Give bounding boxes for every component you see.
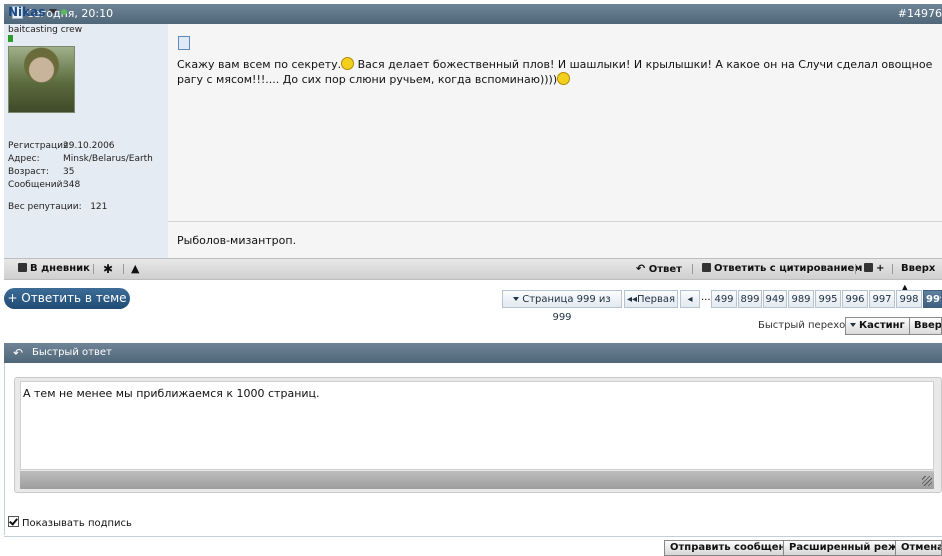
reputation-bar (8, 35, 13, 42)
info-value: Minsk/Belarus/Earth (63, 154, 153, 164)
reply-label: Ответ (648, 264, 682, 275)
quote-label: Ответить с цитированием (714, 263, 863, 274)
quick-jump-up-button[interactable]: Вверх (909, 317, 942, 335)
diary-icon (18, 263, 27, 272)
reply-in-thread-button[interactable]: + Ответить в теме (4, 288, 130, 309)
page-link[interactable]: 995 (815, 290, 841, 308)
cancel-button[interactable]: Отмена (895, 540, 942, 556)
info-label: Адрес: (8, 154, 40, 164)
top-label: Вверх (901, 263, 936, 274)
resize-grip-icon[interactable] (922, 476, 932, 486)
post-header: Сегодня, 20:10 #14976 (4, 4, 942, 24)
post-action-bar: В дневник ✱ ▲ ↶ Ответ Ответить с цитиров… (4, 258, 942, 294)
editor-footer (20, 471, 934, 489)
message-text: Скажу вам всем по секрету. Вася делает б… (177, 57, 942, 87)
page-link[interactable]: 499 (711, 290, 737, 308)
message-editor[interactable]: А тем не менее мы приближаемся к 1000 ст… (20, 381, 934, 470)
chevron-down-icon[interactable] (49, 9, 58, 14)
checkbox-icon[interactable] (8, 516, 19, 527)
page-info-dropdown[interactable]: Страница 999 из 999 (502, 290, 622, 323)
post-number-link[interactable]: #14976 (898, 4, 942, 24)
diary-button[interactable]: В дневник (18, 259, 90, 279)
info-value: 348 (63, 180, 81, 190)
divider (692, 264, 693, 274)
username[interactable]: Nikas (8, 5, 45, 19)
chevron-down-icon (513, 297, 520, 301)
quick-jump-label: Быстрый переход (758, 320, 853, 331)
user-info-address: Адрес: Minsk/Belarus/Earth (8, 154, 153, 164)
quote-icon (702, 263, 711, 272)
star-icon[interactable]: ✱ (103, 259, 113, 279)
page-info-label: Страница 999 из 999 (522, 294, 611, 323)
user-title: baitcasting crew (8, 25, 83, 35)
first-page-button[interactable]: ◂◂Первая (624, 290, 678, 308)
prev-page-button[interactable]: ◂ (680, 290, 700, 308)
divider (93, 264, 94, 274)
diary-label: В дневник (30, 263, 90, 274)
document-icon (178, 36, 190, 50)
info-value: 29.10.2006 (63, 141, 115, 151)
user-info-reputation: Вес репутации: 121 (8, 202, 107, 212)
show-signature-checkbox[interactable]: Показывать подпись (8, 516, 132, 529)
smiley-icon (557, 72, 571, 85)
page-link[interactable]: 989 (788, 290, 814, 308)
divider (855, 264, 856, 274)
quote-reply-link[interactable]: Ответить с цитированием (702, 259, 862, 279)
page-link[interactable]: 899 (738, 290, 762, 308)
quick-reply-header: ↶ Быстрый ответ (4, 343, 942, 363)
page-link[interactable]: 998 (896, 290, 922, 308)
reply-link[interactable]: ↶ Ответ (636, 259, 682, 280)
info-value: 121 (90, 202, 108, 212)
divider (892, 264, 893, 274)
info-label: Вес репутации: (8, 202, 82, 212)
message-part: Скажу вам всем по секрету. (177, 58, 342, 71)
page-link[interactable]: 996 (842, 290, 868, 308)
info-label: Возраст: (8, 167, 49, 177)
chevron-down-icon (850, 323, 856, 327)
page-link[interactable]: 949 (763, 290, 787, 308)
user-info-registration: Регистрация:29.10.2006 (8, 141, 115, 151)
info-value: 35 (63, 167, 75, 177)
multi-quote-icon[interactable]: + (864, 259, 884, 279)
show-signature-label: Показывать подпись (22, 518, 132, 529)
user-info-age: Возраст: 35 (8, 167, 74, 177)
signature-divider (168, 221, 942, 222)
page-link[interactable]: 997 (869, 290, 895, 308)
avatar[interactable] (8, 46, 75, 113)
divider (4, 536, 942, 537)
quick-jump-forum-label: Кастинг (859, 320, 905, 331)
info-label: Регистрация: (8, 141, 72, 151)
divider (123, 264, 124, 274)
current-page: 999 (923, 290, 942, 308)
signature: Рыболов-мизантроп. (177, 234, 297, 247)
quick-jump-forum-select[interactable]: Кастинг (845, 317, 910, 335)
reply-arrow-icon: ↶ (13, 346, 24, 360)
pagination-ellipsis: ... (701, 292, 711, 303)
quick-reply-title: Быстрый ответ (32, 347, 112, 358)
warning-icon[interactable]: ▲ (131, 259, 139, 279)
smiley-icon (341, 57, 355, 70)
online-status-icon (61, 9, 68, 15)
username-menu[interactable]: Nikas (8, 5, 68, 19)
multi-quote-glyph (864, 263, 873, 272)
reply-arrow-icon: ↶ (636, 262, 646, 275)
info-label: Сообщений: (8, 180, 66, 190)
user-info-posts: Сообщений:348 (8, 180, 80, 190)
